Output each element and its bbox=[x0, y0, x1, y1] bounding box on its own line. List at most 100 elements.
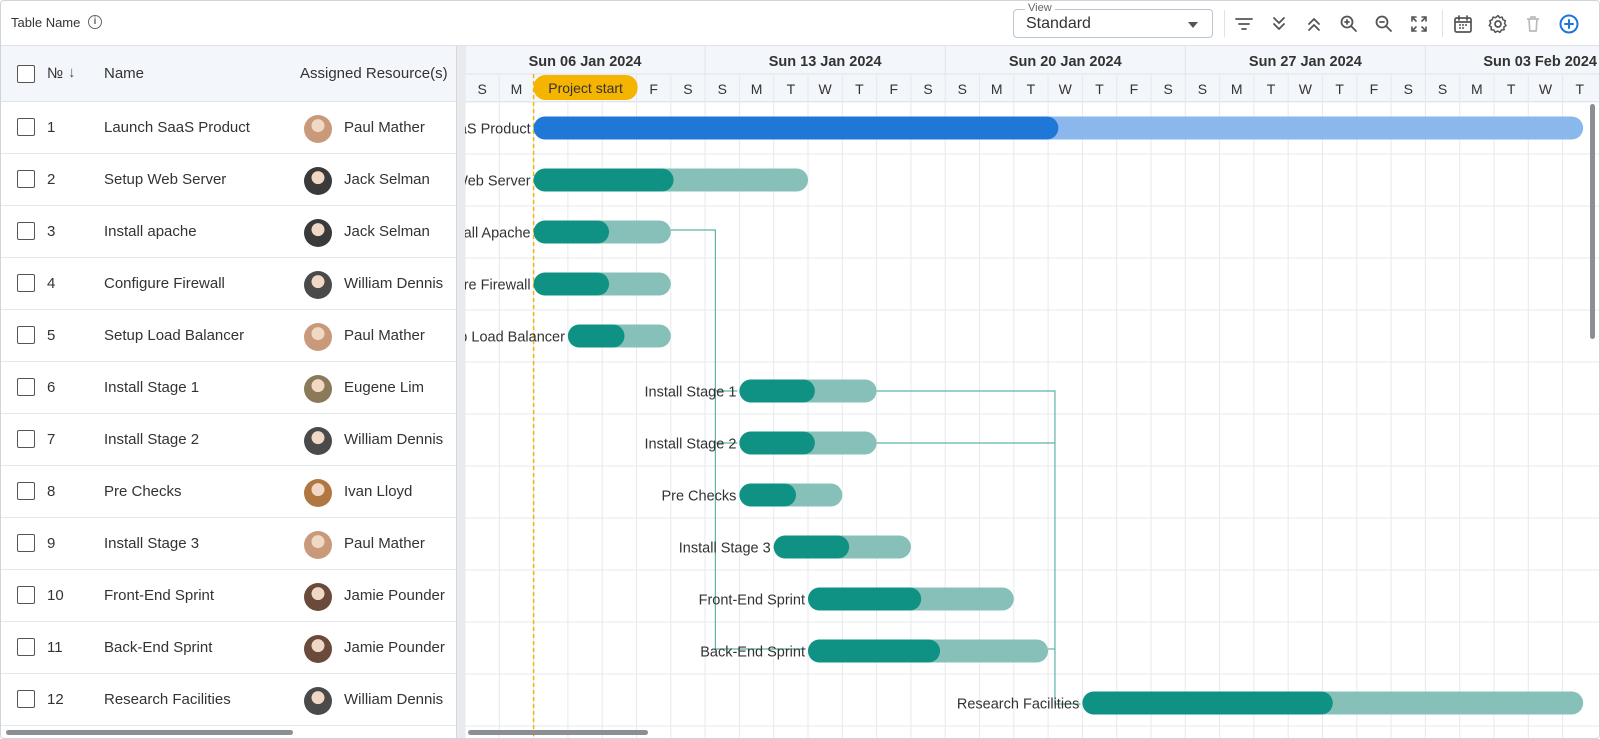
table-title: Table Name bbox=[11, 15, 81, 30]
table-row[interactable]: 12 Research Facilities William Dennis bbox=[1, 674, 456, 726]
row-task-name[interactable]: Back-End Sprint bbox=[104, 639, 212, 656]
table-row[interactable]: 5 Setup Load Balancer Paul Mather bbox=[1, 310, 456, 362]
row-checkbox[interactable] bbox=[17, 586, 35, 604]
week-label: Sun 03 Feb 2024 bbox=[1483, 54, 1597, 70]
table-row[interactable]: 8 Pre Checks Ivan Lloyd bbox=[1, 466, 456, 518]
task-bar-progress bbox=[533, 220, 610, 244]
panel-splitter[interactable] bbox=[456, 46, 465, 738]
row-checkbox[interactable] bbox=[17, 274, 35, 292]
task-grid: № ↓ Name Assigned Resource(s) 1 Launch Sa… bbox=[1, 46, 456, 738]
avatar bbox=[304, 115, 332, 143]
table-row[interactable]: 2 Setup Web Server Jack Selman bbox=[1, 154, 456, 206]
row-number: 5 bbox=[47, 327, 56, 344]
info-icon[interactable]: i bbox=[88, 15, 102, 29]
column-header-number[interactable]: № bbox=[47, 65, 63, 82]
row-resource[interactable]: Jamie Pounder bbox=[344, 639, 445, 656]
row-number: 7 bbox=[47, 431, 56, 448]
view-select[interactable]: View Standard bbox=[1013, 2, 1213, 38]
row-resource[interactable]: William Dennis bbox=[344, 691, 443, 708]
avatar bbox=[304, 375, 332, 403]
row-task-name[interactable]: Configure Firewall bbox=[104, 275, 225, 292]
gantt-timeline: SMTWTFSSMTWTFSSMTWTFSSMTWTFSSMTWTSun 06 … bbox=[465, 46, 1599, 738]
row-number: 8 bbox=[47, 483, 56, 500]
row-resource[interactable]: Jamie Pounder bbox=[344, 587, 445, 604]
row-resource[interactable]: William Dennis bbox=[344, 431, 443, 448]
day-label: T bbox=[855, 81, 864, 97]
day-label: W bbox=[1299, 81, 1313, 97]
row-checkbox[interactable] bbox=[17, 222, 35, 240]
delete-icon[interactable] bbox=[1521, 12, 1545, 36]
view-select-label: View bbox=[1025, 2, 1055, 15]
zoom-in-icon[interactable] bbox=[1337, 12, 1361, 36]
settings-icon[interactable] bbox=[1486, 12, 1510, 36]
row-task-name[interactable]: Install Stage 2 bbox=[104, 431, 199, 448]
sort-arrow-down-icon[interactable]: ↓ bbox=[68, 64, 76, 81]
gantt-horizontal-scrollbar[interactable] bbox=[468, 730, 648, 735]
task-bar-progress bbox=[567, 324, 625, 348]
table-row[interactable]: 4 Configure Firewall William Dennis bbox=[1, 258, 456, 310]
task-bar-label: Setup Web Server bbox=[465, 174, 531, 190]
row-task-name[interactable]: Setup Web Server bbox=[104, 171, 226, 188]
add-icon[interactable] bbox=[1557, 12, 1581, 36]
day-label: F bbox=[1130, 81, 1139, 97]
row-number: 3 bbox=[47, 223, 56, 240]
avatar bbox=[304, 479, 332, 507]
row-task-name[interactable]: Launch SaaS Product bbox=[104, 119, 250, 136]
filter-icon[interactable] bbox=[1232, 12, 1256, 36]
table-row[interactable]: 10 Front-End Sprint Jamie Pounder bbox=[1, 570, 456, 622]
row-checkbox[interactable] bbox=[17, 482, 35, 500]
table-row[interactable]: 11 Back-End Sprint Jamie Pounder bbox=[1, 622, 456, 674]
row-task-name[interactable]: Research Facilities bbox=[104, 691, 231, 708]
row-checkbox[interactable] bbox=[17, 378, 35, 396]
week-label: Sun 06 Jan 2024 bbox=[529, 54, 642, 70]
row-checkbox[interactable] bbox=[17, 534, 35, 552]
row-task-name[interactable]: Install Stage 1 bbox=[104, 379, 199, 396]
row-checkbox[interactable] bbox=[17, 690, 35, 708]
project-start-label: Project start bbox=[548, 80, 623, 96]
row-number: 12 bbox=[47, 691, 64, 708]
task-bar-label: Install Stage 1 bbox=[644, 385, 736, 401]
zoom-out-icon[interactable] bbox=[1372, 12, 1396, 36]
row-checkbox[interactable] bbox=[17, 638, 35, 656]
row-task-name[interactable]: Install Stage 3 bbox=[104, 535, 199, 552]
column-header-name[interactable]: Name bbox=[104, 65, 144, 82]
horizontal-scrollbar[interactable] bbox=[6, 730, 293, 735]
table-row[interactable]: 6 Install Stage 1 Eugene Lim bbox=[1, 362, 456, 414]
row-task-name[interactable]: Front-End Sprint bbox=[104, 587, 214, 604]
row-resource[interactable]: Jack Selman bbox=[344, 171, 430, 188]
row-resource[interactable]: Eugene Lim bbox=[344, 379, 424, 396]
avatar bbox=[304, 531, 332, 559]
select-all-checkbox[interactable] bbox=[17, 65, 35, 83]
table-row[interactable]: 9 Install Stage 3 Paul Mather bbox=[1, 518, 456, 570]
fit-screen-icon[interactable] bbox=[1407, 12, 1431, 36]
row-task-name[interactable]: Setup Load Balancer bbox=[104, 327, 244, 344]
collapse-all-icon[interactable] bbox=[1302, 12, 1326, 36]
row-checkbox[interactable] bbox=[17, 430, 35, 448]
row-task-name[interactable]: Pre Checks bbox=[104, 483, 182, 500]
row-resource[interactable]: Jack Selman bbox=[344, 223, 430, 240]
row-resource[interactable]: Ivan Lloyd bbox=[344, 483, 412, 500]
table-row[interactable]: 7 Install Stage 2 William Dennis bbox=[1, 414, 456, 466]
row-task-name[interactable]: Install apache bbox=[104, 223, 197, 240]
expand-all-icon[interactable] bbox=[1267, 12, 1291, 36]
row-resource[interactable]: Paul Mather bbox=[344, 535, 425, 552]
row-resource[interactable]: Paul Mather bbox=[344, 119, 425, 136]
table-row[interactable]: 3 Install apache Jack Selman bbox=[1, 206, 456, 258]
row-checkbox[interactable] bbox=[17, 326, 35, 344]
row-number: 1 bbox=[47, 119, 56, 136]
row-resource[interactable]: William Dennis bbox=[344, 275, 443, 292]
row-resource[interactable]: Paul Mather bbox=[344, 327, 425, 344]
column-header-resource[interactable]: Assigned Resource(s) bbox=[300, 65, 448, 82]
day-label: T bbox=[1507, 81, 1516, 97]
vertical-scrollbar[interactable] bbox=[1590, 104, 1595, 339]
calendar-icon[interactable] bbox=[1451, 12, 1475, 36]
day-label: S bbox=[477, 81, 486, 97]
row-checkbox[interactable] bbox=[17, 118, 35, 136]
grid-header: № ↓ Name Assigned Resource(s) bbox=[1, 46, 456, 102]
row-checkbox[interactable] bbox=[17, 170, 35, 188]
chevron-down-icon bbox=[1188, 22, 1198, 28]
day-label: T bbox=[1095, 81, 1104, 97]
week-label: Sun 20 Jan 2024 bbox=[1009, 54, 1122, 70]
toolbar-divider bbox=[1442, 10, 1443, 37]
table-row[interactable]: 1 Launch SaaS Product Paul Mather bbox=[1, 102, 456, 154]
